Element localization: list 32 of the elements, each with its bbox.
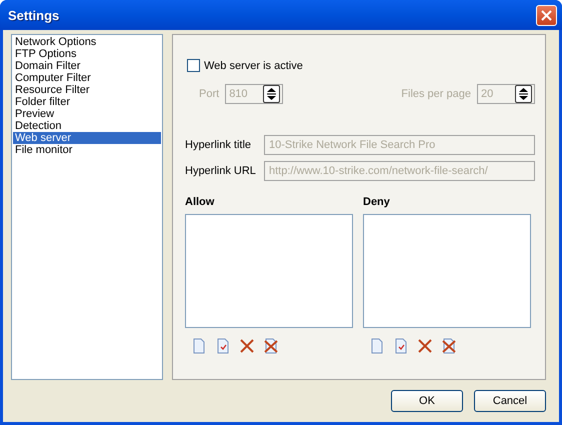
sidebar-item[interactable]: Folder filter	[13, 96, 161, 108]
sidebar-item[interactable]: Web server	[13, 132, 161, 144]
list-box[interactable]	[185, 214, 353, 328]
list-box[interactable]	[363, 214, 531, 328]
sidebar-item[interactable]: Preview	[13, 108, 161, 120]
delete-icon[interactable]	[239, 338, 255, 354]
sidebar-item[interactable]: FTP Options	[13, 48, 161, 60]
sidebar-item[interactable]: Detection	[13, 120, 161, 132]
new-document-icon[interactable]	[369, 338, 385, 354]
delete-all-icon[interactable]	[441, 338, 457, 354]
field-label: Hyperlink URL	[185, 165, 257, 177]
field-label: Files per page	[401, 88, 471, 100]
sidebar-item[interactable]: Network Options	[13, 36, 161, 48]
delete-all-icon[interactable]	[263, 338, 279, 354]
sidebar-item[interactable]: File monitor	[13, 144, 161, 156]
dialog-button[interactable]: OK	[391, 390, 463, 412]
list-title: Allow	[185, 196, 216, 208]
checkbox-label: Web server is active	[204, 60, 303, 72]
edit-document-icon[interactable]	[393, 338, 409, 354]
edit-document-icon[interactable]	[215, 338, 231, 354]
delete-icon[interactable]	[417, 338, 433, 354]
window-title: Settings	[8, 8, 60, 22]
sidebar-item[interactable]: Computer Filter	[13, 72, 161, 84]
list-title: Deny	[363, 196, 391, 208]
new-document-icon[interactable]	[191, 338, 207, 354]
sidebar-item[interactable]: Resource Filter	[13, 84, 161, 96]
field-label: Hyperlink title	[185, 139, 252, 151]
field-label: Port	[199, 88, 220, 100]
sidebar-item[interactable]: Domain Filter	[13, 60, 161, 72]
dialog-button[interactable]: Cancel	[474, 390, 546, 412]
close-icon[interactable]	[536, 4, 557, 26]
checkbox[interactable]	[187, 59, 200, 72]
